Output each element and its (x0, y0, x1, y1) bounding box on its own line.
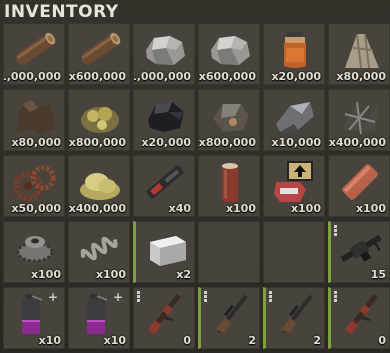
item-quantity: x800,000 (198, 136, 256, 149)
ammo-indicator (204, 291, 207, 303)
item-quantity: x1,000,000 (4, 70, 61, 83)
inventory-panel: INVENTORY x1,000,000 x600,000 x1,000,000 x6… (0, 0, 390, 353)
scrap-icon (335, 94, 385, 138)
item-quantity: x80,000 (336, 70, 386, 83)
item-quantity: x400,000 (328, 136, 386, 149)
ammo-indicator (269, 291, 272, 303)
bolt-rifle-icon (272, 292, 322, 336)
item-quantity: 2 (313, 334, 321, 347)
metal-ore-icon (205, 94, 255, 138)
pipe-icon (205, 160, 255, 204)
rifle-body-slot[interactable]: x40 (133, 155, 195, 217)
item-quantity: x100 (225, 202, 256, 215)
item-quantity: 2 (248, 334, 256, 347)
wood-slot-2[interactable]: x600,000 (68, 23, 130, 85)
ak-rifle-slot-2[interactable]: 0 (328, 287, 390, 349)
sulfur-ore-icon (75, 94, 125, 138)
item-quantity: x100 (290, 202, 321, 215)
item-quantity: x40 (168, 202, 191, 215)
gear-icon (10, 226, 60, 270)
item-quantity: x50,000 (11, 202, 61, 215)
item-quantity: x80,000 (11, 136, 61, 149)
sheet-metal-slot[interactable]: x100 (328, 155, 390, 217)
item-quantity: x600,000 (68, 70, 126, 83)
item-quantity: 0 (378, 334, 386, 347)
cloth-slot[interactable]: x80,000 (328, 23, 390, 85)
item-quantity: x10 (38, 334, 61, 347)
stones-slot-2[interactable]: x600,000 (198, 23, 260, 85)
ak-rifle-slot[interactable]: 0 (133, 287, 195, 349)
item-quantity: x100 (95, 268, 126, 281)
sheet-metal-icon (335, 160, 385, 204)
box-slot[interactable]: x2 (133, 221, 195, 283)
smoke-grenade-slot-2[interactable]: + x10 (68, 287, 130, 349)
spring-icon (75, 226, 125, 270)
gears-slot[interactable]: x50,000 (3, 155, 65, 217)
road-sign-icon (270, 160, 320, 204)
item-quantity: x20,000 (271, 70, 321, 83)
bolt-rifle-slot-2[interactable]: 2 (263, 287, 325, 349)
leather-slot[interactable]: x80,000 (3, 89, 65, 151)
pipe-slot[interactable]: x100 (198, 155, 260, 217)
wood-log-icon (10, 28, 60, 72)
empty-slot-2[interactable] (263, 221, 325, 283)
spring-slot[interactable]: x100 (68, 221, 130, 283)
gears-pile-icon (10, 160, 60, 204)
low-grade-fuel-slot[interactable]: x20,000 (263, 23, 325, 85)
lmg-slot[interactable]: 15 (328, 221, 390, 283)
item-quantity: x10,000 (271, 136, 321, 149)
ammo-indicator (334, 291, 337, 303)
item-quantity: x600,000 (198, 70, 256, 83)
scrap-slot[interactable]: x400,000 (328, 89, 390, 151)
bolt-rifle-slot[interactable]: 2 (198, 287, 260, 349)
smoke-grenade-slot[interactable]: + x10 (3, 287, 65, 349)
gear-slot[interactable]: x100 (3, 221, 65, 283)
bolt-rifle-icon (207, 292, 257, 336)
ammo-indicator (334, 225, 337, 237)
stones-icon (205, 28, 255, 72)
ak-rifle-icon (337, 292, 387, 336)
wood-log-icon (75, 28, 125, 72)
metal-ore-slot[interactable]: x800,000 (198, 89, 260, 151)
fuel-jar-icon (270, 28, 320, 72)
inventory-title: INVENTORY (4, 2, 119, 22)
metal-fragments-icon (270, 94, 320, 138)
item-quantity: x800,000 (68, 136, 126, 149)
item-quantity: x100 (30, 268, 61, 281)
stones-slot[interactable]: x1,000,000 (133, 23, 195, 85)
stones-icon (140, 28, 190, 72)
item-quantity: x10 (103, 334, 126, 347)
coal-slot[interactable]: x20,000 (133, 89, 195, 151)
item-quantity: x1,000,000 (134, 70, 191, 83)
wood-slot[interactable]: x1,000,000 (3, 23, 65, 85)
sulfur-ore-slot[interactable]: x800,000 (68, 89, 130, 151)
sulfur-slot[interactable]: x400,000 (68, 155, 130, 217)
rifle-body-icon (140, 160, 190, 204)
item-quantity: 0 (183, 334, 191, 347)
plus-icon: + (47, 290, 58, 304)
box-icon (142, 226, 192, 270)
metal-fragments-slot[interactable]: x10,000 (263, 89, 325, 151)
ak-rifle-icon (140, 292, 190, 336)
plus-icon: + (112, 290, 123, 304)
inventory-grid: x1,000,000 x600,000 x1,000,000 x600,000 x20,… (3, 23, 390, 349)
lmg-icon (337, 226, 387, 270)
leather-icon (10, 94, 60, 138)
empty-slot-1[interactable] (198, 221, 260, 283)
item-quantity: x20,000 (141, 136, 191, 149)
item-quantity: x100 (355, 202, 386, 215)
item-quantity: 15 (370, 268, 386, 281)
coal-icon (140, 94, 190, 138)
road-signs-slot[interactable]: x100 (263, 155, 325, 217)
sulfur-icon (75, 160, 125, 204)
item-quantity: x2 (176, 268, 191, 281)
cloth-icon (335, 28, 385, 72)
item-quantity: x400,000 (68, 202, 126, 215)
ammo-indicator (137, 291, 140, 303)
